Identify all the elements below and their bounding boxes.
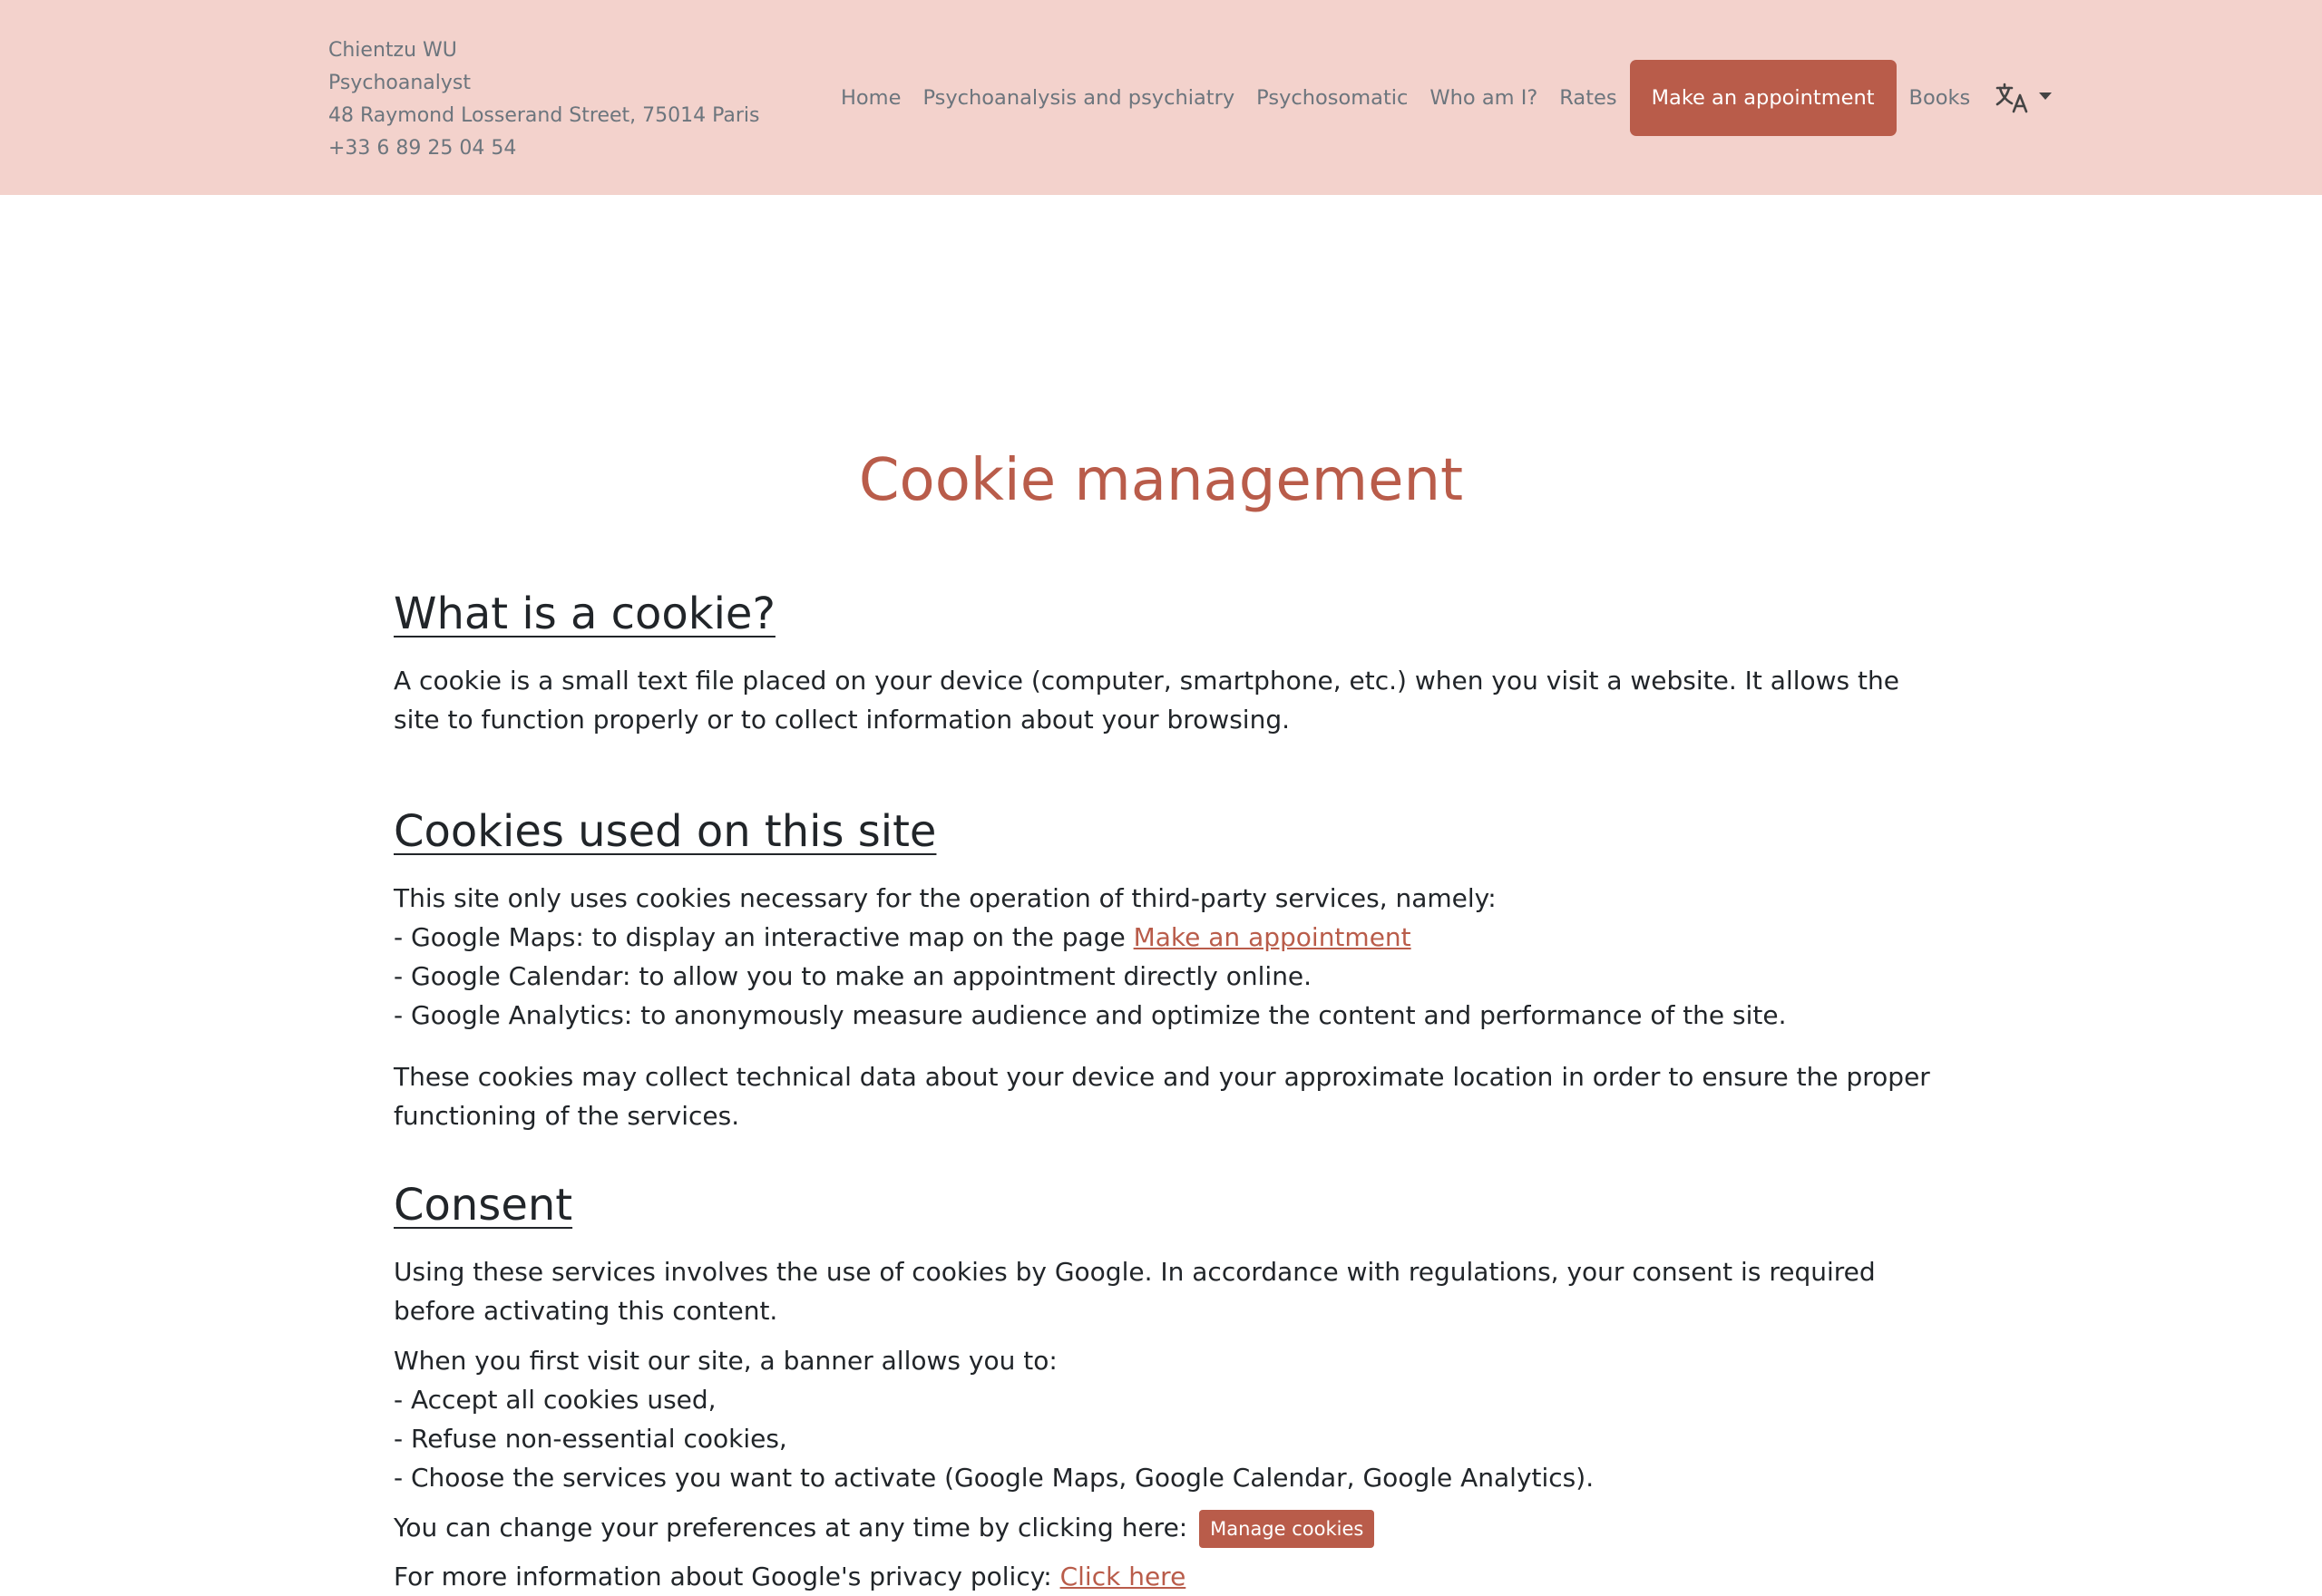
consent-text: Using these services involves the use of… bbox=[394, 1257, 1876, 1326]
nav-who-am-i[interactable]: Who am I? bbox=[1419, 86, 1548, 110]
technical-data-note: These cookies may collect technical data… bbox=[394, 1062, 1930, 1131]
nav-home[interactable]: Home bbox=[830, 86, 912, 110]
contact-phone[interactable]: +33 6 89 25 04 54 bbox=[328, 132, 760, 165]
chevron-down-icon bbox=[2039, 92, 2053, 100]
option-accept: - Accept all cookies used, bbox=[394, 1385, 717, 1415]
translate-icon bbox=[1995, 83, 2030, 113]
heading-consent: Consent bbox=[394, 1180, 573, 1231]
contact-block: Chientzu WU Psychoanalyst 48 Raymond Los… bbox=[328, 34, 760, 165]
main-nav: Home Psychoanalysis and psychiatry Psych… bbox=[830, 60, 2053, 136]
google-maps-text: - Google Maps: to display an interactive… bbox=[394, 922, 1134, 952]
heading-cookies-used: Cookies used on this site bbox=[394, 806, 937, 857]
privacy-policy-text: For more information about Google's priv… bbox=[394, 1562, 1060, 1591]
change-preferences-text: You can change your preferences at any t… bbox=[394, 1513, 1188, 1542]
banner-intro: When you first visit our site, a banner … bbox=[394, 1346, 1058, 1376]
privacy-policy-line: For more information about Google's priv… bbox=[394, 1557, 1936, 1596]
privacy-policy-link[interactable]: Click here bbox=[1060, 1562, 1186, 1591]
page-title: Cookie management bbox=[858, 447, 1464, 514]
section-cookies-used: Cookies used on this site This site only… bbox=[394, 804, 1936, 1135]
nav-make-appointment-button[interactable]: Make an appointment bbox=[1629, 60, 1897, 136]
make-appointment-link[interactable]: Make an appointment bbox=[1134, 922, 1411, 952]
change-preferences-line: You can change your preferences at any t… bbox=[394, 1508, 1936, 1548]
nav-books[interactable]: Books bbox=[1898, 86, 1982, 110]
section-what-is-cookie: What is a cookie? A cookie is a small te… bbox=[394, 587, 1936, 739]
option-choose: - Choose the services you want to activa… bbox=[394, 1463, 1595, 1493]
google-calendar-item: - Google Calendar: to allow you to make … bbox=[394, 961, 1312, 991]
option-refuse: - Refuse non-essential cookies, bbox=[394, 1424, 787, 1454]
manage-cookies-button[interactable]: Manage cookies bbox=[1199, 1510, 1375, 1548]
contact-address: 48 Raymond Losserand Street, 75014 Paris bbox=[328, 104, 760, 127]
contact-name: Chientzu WU bbox=[328, 39, 457, 62]
site-header: Chientzu WU Psychoanalyst 48 Raymond Los… bbox=[0, 0, 2322, 195]
google-analytics-item: - Google Analytics: to anonymously measu… bbox=[394, 1000, 1787, 1030]
heading-what-is-cookie: What is a cookie? bbox=[394, 589, 776, 639]
nav-psychoanalysis[interactable]: Psychoanalysis and psychiatry bbox=[912, 86, 1245, 110]
language-dropdown[interactable] bbox=[1995, 83, 2053, 113]
nav-rates[interactable]: Rates bbox=[1548, 86, 1627, 110]
what-is-cookie-text: A cookie is a small text file placed on … bbox=[394, 666, 1899, 735]
nav-psychosomatic[interactable]: Psychosomatic bbox=[1245, 86, 1419, 110]
contact-role: Psychoanalyst bbox=[328, 72, 471, 94]
google-maps-item: - Google Maps: to display an interactive… bbox=[394, 918, 1936, 957]
cookies-used-intro: This site only uses cookies necessary fo… bbox=[394, 883, 1497, 913]
section-consent: Consent Using these services involves th… bbox=[394, 1178, 1936, 1596]
